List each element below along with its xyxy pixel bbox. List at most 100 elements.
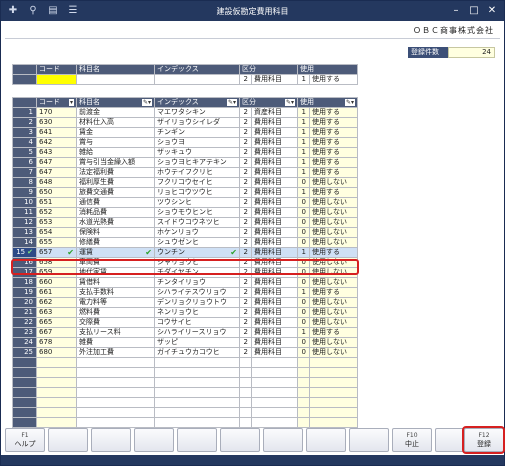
column-header-name[interactable]: 科目名: [76, 64, 155, 75]
use-num-cell[interactable]: 1: [297, 187, 310, 198]
name-cell[interactable]: 旅費交通費: [76, 187, 155, 198]
name-cell[interactable]: 運賃 ✔: [76, 247, 155, 258]
column-header-kubun[interactable]: 区分 ✎▾: [239, 97, 298, 108]
code-cell[interactable]: 680: [36, 347, 77, 358]
function-key-6[interactable]: [220, 428, 260, 452]
code-cell[interactable]: 654: [36, 227, 77, 238]
edit-filter-icon[interactable]: ✎▾: [284, 99, 295, 106]
use-num-cell[interactable]: [297, 407, 310, 418]
code-cell[interactable]: [36, 377, 77, 388]
index-cell[interactable]: フクリコウセイヒ: [154, 177, 240, 188]
code-cell[interactable]: [36, 357, 77, 368]
name-cell[interactable]: 通信費: [76, 197, 155, 208]
close-icon[interactable]: ✕: [485, 4, 499, 18]
use-num-cell[interactable]: 1: [297, 127, 310, 138]
code-cell[interactable]: 170: [36, 107, 77, 118]
name-cell[interactable]: 福利厚生費: [76, 177, 155, 188]
new-code-input[interactable]: [36, 74, 77, 85]
index-cell[interactable]: [154, 357, 240, 368]
table-row[interactable]: [12, 397, 358, 408]
use-num-cell[interactable]: 1: [297, 117, 310, 128]
table-row[interactable]: [12, 377, 358, 388]
kubun-num-cell[interactable]: 2: [239, 267, 252, 278]
code-cell[interactable]: 651: [36, 197, 77, 208]
index-cell[interactable]: [154, 407, 240, 418]
table-row[interactable]: 14 655 修繕費 シュウゼンヒ 2 費用科目 0 使用しない: [12, 237, 358, 248]
kubun-num-cell[interactable]: 2: [239, 297, 252, 308]
code-cell[interactable]: 647: [36, 167, 77, 178]
code-cell[interactable]: 653: [36, 217, 77, 228]
kubun-num-cell[interactable]: 2: [239, 157, 252, 168]
table-row[interactable]: 6 647 賞与引当金繰入額 ショウヨヒキアテキン 2 費用科目 1 使用する: [12, 157, 358, 168]
use-num-cell[interactable]: 0: [297, 257, 310, 268]
index-cell[interactable]: デンリョクリョウトウ: [154, 297, 240, 308]
name-cell[interactable]: 燃料費: [76, 307, 155, 318]
code-cell[interactable]: 663: [36, 307, 77, 318]
use-num-cell[interactable]: 0: [297, 347, 310, 358]
table-row[interactable]: [12, 417, 358, 428]
use-num-cell[interactable]: 0: [297, 317, 310, 328]
use-num-cell[interactable]: 0: [297, 217, 310, 228]
new-kubun-num[interactable]: 2: [239, 74, 252, 85]
table-row[interactable]: 17 659 地代家賃 チダイヤチン 2 費用科目 0 使用しない: [12, 267, 358, 278]
index-cell[interactable]: リョヒコウツウヒ: [154, 187, 240, 198]
table-row[interactable]: 5 643 雑給 ザッキュウ 2 費用科目 1 使用する: [12, 147, 358, 158]
index-cell[interactable]: ザッピ: [154, 337, 240, 348]
kubun-num-cell[interactable]: 2: [239, 257, 252, 268]
index-cell[interactable]: ホケンリョウ: [154, 227, 240, 238]
index-cell[interactable]: [154, 377, 240, 388]
code-cell[interactable]: 678: [36, 337, 77, 348]
name-cell[interactable]: [76, 367, 155, 378]
name-cell[interactable]: 電力料等: [76, 297, 155, 308]
name-cell[interactable]: 雑費: [76, 337, 155, 348]
kubun-num-cell[interactable]: 2: [239, 187, 252, 198]
index-cell[interactable]: ショウモウヒンヒ: [154, 207, 240, 218]
function-key-4[interactable]: [134, 428, 174, 452]
index-cell[interactable]: ネンリョウヒ: [154, 307, 240, 318]
use-num-cell[interactable]: 1: [297, 147, 310, 158]
column-header-name[interactable]: 科目名 ✎▾: [76, 97, 155, 108]
kubun-num-cell[interactable]: 2: [239, 197, 252, 208]
use-num-cell[interactable]: 0: [297, 307, 310, 318]
new-name-input[interactable]: [76, 74, 155, 85]
table-row[interactable]: 3 641 賃金 チンギン 2 費用科目 1 使用する: [12, 127, 358, 138]
kubun-num-cell[interactable]: 2: [239, 247, 252, 258]
kubun-num-cell[interactable]: 2: [239, 217, 252, 228]
name-cell[interactable]: 車両費: [76, 257, 155, 268]
use-num-cell[interactable]: 0: [297, 297, 310, 308]
kubun-num-cell[interactable]: [239, 417, 252, 428]
index-cell[interactable]: コウサイヒ: [154, 317, 240, 328]
function-key-2[interactable]: [48, 428, 88, 452]
use-num-cell[interactable]: 1: [297, 247, 310, 258]
function-key-8[interactable]: [306, 428, 346, 452]
use-num-cell[interactable]: 0: [297, 277, 310, 288]
use-num-cell[interactable]: 0: [297, 237, 310, 248]
code-cell[interactable]: 662: [36, 297, 77, 308]
use-num-cell[interactable]: [297, 417, 310, 428]
function-key-3[interactable]: [91, 428, 131, 452]
index-cell[interactable]: ホウテイフクリヒ: [154, 167, 240, 178]
kubun-num-cell[interactable]: [239, 377, 252, 388]
name-cell[interactable]: [76, 387, 155, 398]
use-num-cell[interactable]: 1: [297, 137, 310, 148]
kubun-num-cell[interactable]: 2: [239, 117, 252, 128]
kubun-num-cell[interactable]: 2: [239, 207, 252, 218]
use-num-cell[interactable]: 0: [297, 337, 310, 348]
name-cell[interactable]: 賞与: [76, 137, 155, 148]
use-num-cell[interactable]: 1: [297, 157, 310, 168]
table-row[interactable]: 7 647 法定福利費 ホウテイフクリヒ 2 費用科目 1 使用する: [12, 167, 358, 178]
index-cell[interactable]: [154, 417, 240, 428]
index-cell[interactable]: シハライテスウリョウ: [154, 287, 240, 298]
index-cell[interactable]: ザッキュウ: [154, 147, 240, 158]
filter-icon[interactable]: ▾: [68, 99, 74, 106]
kubun-num-cell[interactable]: [239, 397, 252, 408]
kubun-num-cell[interactable]: [239, 367, 252, 378]
code-cell[interactable]: 657 ✔: [36, 247, 77, 258]
edit-filter-icon[interactable]: ✎▾: [141, 99, 152, 106]
kubun-num-cell[interactable]: 2: [239, 347, 252, 358]
use-num-cell[interactable]: 1: [297, 287, 310, 298]
code-cell[interactable]: 658: [36, 257, 77, 268]
function-key-1[interactable]: F1 ヘルプ: [5, 428, 45, 452]
use-num-cell[interactable]: [297, 357, 310, 368]
function-key-9[interactable]: [349, 428, 389, 452]
